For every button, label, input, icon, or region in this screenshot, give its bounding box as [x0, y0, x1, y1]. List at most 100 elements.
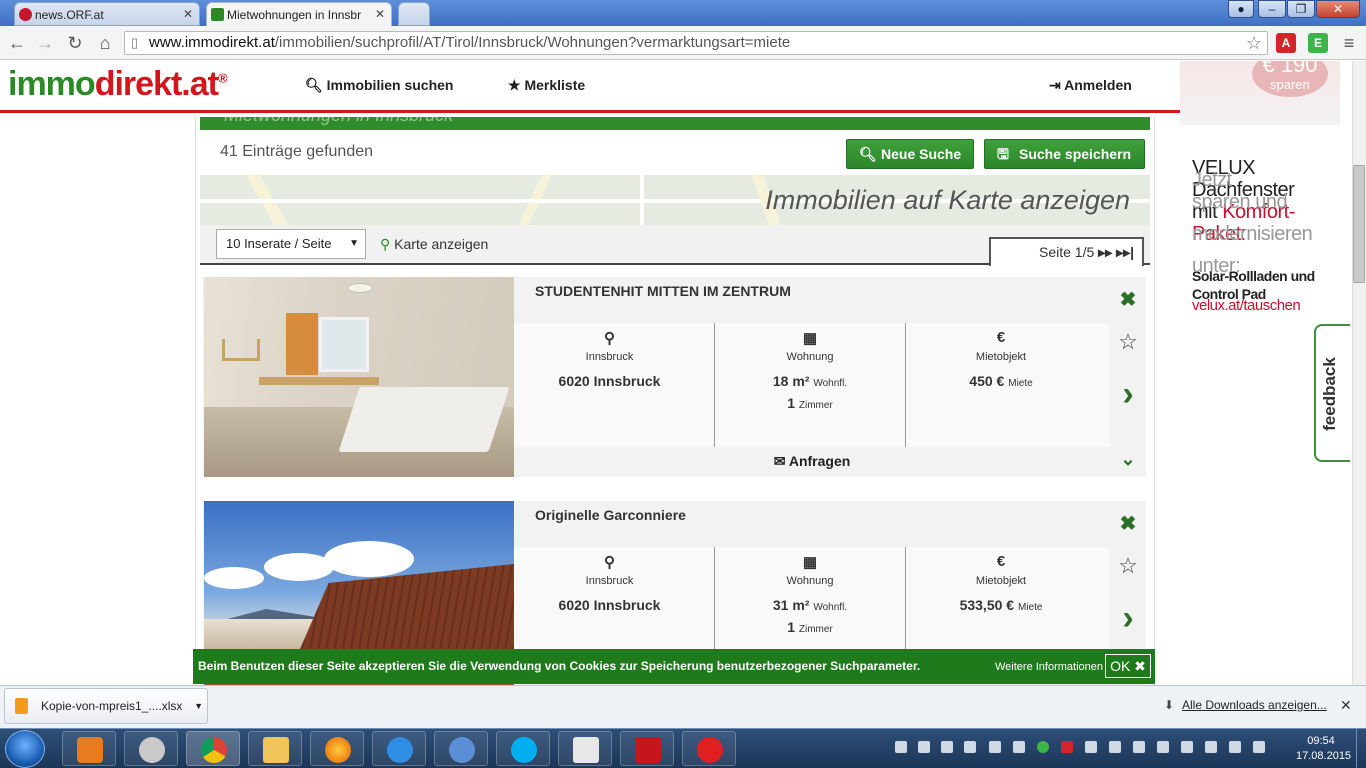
map-pin-icon: ⚲: [604, 554, 615, 571]
nav-login[interactable]: ⇥ Anmelden: [1049, 77, 1132, 94]
chevron-down-icon[interactable]: ▼: [194, 689, 203, 723]
app-red-taskbar-icon[interactable]: [682, 731, 736, 766]
rooms-value: 1: [787, 395, 795, 411]
tray-icon[interactable]: [1013, 741, 1025, 753]
tray-icon[interactable]: [1037, 741, 1049, 753]
tray-icon[interactable]: [989, 741, 1001, 753]
new-search-button[interactable]: 🔍︎ Neue Suche: [846, 139, 974, 169]
minimize-button[interactable]: –: [1258, 0, 1286, 18]
save-search-button[interactable]: 🖫 Suche speichern: [984, 139, 1145, 169]
file-icon: [15, 698, 28, 714]
tab-mietwohnungen[interactable]: Mietwohnungen in Innsbr ✕: [206, 2, 392, 26]
nav-search[interactable]: 🔍︎ Immobilien suchen: [305, 77, 453, 94]
close-download-shelf-icon[interactable]: ✕: [1340, 697, 1352, 714]
reload-icon[interactable]: ↻: [64, 32, 86, 54]
tab-title: news.ORF.at: [35, 8, 104, 22]
forward-arrow-icon[interactable]: →: [34, 32, 56, 54]
evernote-extension-icon[interactable]: E: [1308, 33, 1328, 53]
enquire-button[interactable]: ✉ Anfragen: [514, 453, 1110, 470]
star-icon[interactable]: ☆: [1110, 553, 1146, 579]
area-value: 18 m²: [772, 373, 810, 389]
listing-title[interactable]: STUDENTENHIT MITTEN IM ZENTRUM: [535, 283, 791, 299]
tray-icon[interactable]: [918, 741, 930, 753]
files-taskbar-icon[interactable]: [558, 731, 612, 766]
close-icon[interactable]: ✖: [1110, 287, 1146, 312]
ad-banner-top[interactable]: € 190 sparen: [1180, 61, 1340, 125]
maximize-button[interactable]: ❐: [1287, 0, 1315, 18]
per-page-select[interactable]: 10 Inserate / Seite ▼: [216, 229, 366, 259]
location-column: ⚲ Innsbruck 6020 Innsbruck: [514, 323, 705, 447]
tab-close-icon[interactable]: ✕: [183, 7, 193, 21]
cookie-ok-button[interactable]: OK ✖: [1105, 654, 1151, 678]
tray-icon[interactable]: [1061, 741, 1073, 753]
close-window-button[interactable]: ✕: [1316, 0, 1360, 18]
feedback-tab[interactable]: feedback: [1314, 324, 1350, 462]
new-tab-button[interactable]: [398, 2, 430, 26]
menu-icon[interactable]: ≡: [1338, 32, 1360, 54]
bluetooth-icon[interactable]: [1085, 741, 1097, 753]
login-icon: ⇥: [1049, 77, 1061, 93]
back-arrow-icon[interactable]: ←: [6, 32, 28, 54]
app-taskbar-icon[interactable]: [124, 731, 178, 766]
velux-ad[interactable]: Jetzt sparen und modernisieren unter: VE…: [1192, 157, 1342, 314]
cookie-message: Beim Benutzen dieser Seite akzeptieren S…: [198, 659, 921, 673]
show-desktop-button[interactable]: [1356, 729, 1366, 768]
last-page-icon[interactable]: ▸▸|: [1116, 244, 1134, 260]
mail-taskbar-icon[interactable]: [434, 731, 488, 766]
nav-watchlist[interactable]: ★ Merkliste: [508, 77, 585, 94]
listing-photo[interactable]: [204, 277, 514, 477]
chevron-right-icon[interactable]: ›: [1110, 599, 1146, 638]
chevron-down-icon[interactable]: ⌄: [1110, 449, 1146, 470]
show-map-link[interactable]: ⚲ Karte anzeigen: [380, 236, 488, 253]
save-icon: 🖫: [997, 146, 1009, 162]
internet-explorer-taskbar-icon[interactable]: [372, 731, 426, 766]
tray-icon[interactable]: [895, 741, 907, 753]
page-scrollbar[interactable]: [1352, 61, 1366, 685]
media-player-taskbar-icon[interactable]: [62, 731, 116, 766]
map-banner[interactable]: Immobilien auf Karte anzeigen: [200, 175, 1150, 225]
flag-icon[interactable]: [1109, 741, 1121, 753]
cookie-more-link[interactable]: Weitere Informationen: [995, 661, 1103, 673]
price-column: € Mietobjekt 450 € Miete: [905, 323, 1096, 447]
system-clock[interactable]: 09:54 17.08.2015: [1296, 734, 1352, 764]
user-icon[interactable]: ●: [1228, 0, 1254, 18]
tray-icon[interactable]: [964, 741, 976, 753]
map-pin-icon: ⚲: [604, 330, 615, 347]
browser-tab-strip: [0, 0, 1366, 26]
firefox-taskbar-icon[interactable]: [310, 731, 364, 766]
download-item[interactable]: Kopie-von-mpreis1_....xlsx ▼: [4, 688, 208, 724]
tray-icon[interactable]: [1133, 741, 1145, 753]
listing-title[interactable]: Originelle Garconniere: [535, 507, 686, 523]
tab-close-icon[interactable]: ✕: [375, 7, 385, 21]
site-logo[interactable]: immodirekt.at®: [8, 65, 228, 104]
location-value: 6020 Innsbruck: [558, 373, 661, 389]
chrome-taskbar-icon[interactable]: [186, 731, 240, 766]
close-icon[interactable]: ✖: [1110, 511, 1146, 536]
address-bar[interactable]: ▯ www.immodirekt.at/immobilien/suchprofi…: [124, 31, 1268, 55]
tray-icon[interactable]: [1205, 741, 1217, 753]
start-button[interactable]: [5, 730, 45, 768]
show-all-downloads-link[interactable]: Alle Downloads anzeigen...: [1182, 698, 1327, 712]
nav-watchlist-label: Merkliste: [524, 77, 586, 93]
bookmark-star-icon[interactable]: ☆: [1246, 32, 1262, 54]
volume-icon[interactable]: [1253, 741, 1265, 753]
skype-taskbar-icon[interactable]: [496, 731, 550, 766]
tray-icon[interactable]: [1157, 741, 1169, 753]
windows-icon[interactable]: [1181, 741, 1193, 753]
chevron-right-icon[interactable]: ›: [1110, 375, 1146, 414]
explorer-taskbar-icon[interactable]: [248, 731, 302, 766]
star-icon[interactable]: ☆: [1110, 329, 1146, 355]
acrobat-taskbar-icon[interactable]: [620, 731, 674, 766]
next-page-icon[interactable]: ▸▸: [1098, 244, 1112, 260]
clock-date: 17.08.2015: [1296, 750, 1352, 762]
tab-news-orf[interactable]: news.ORF.at ✕: [14, 2, 200, 26]
home-icon[interactable]: ⌂: [94, 32, 116, 54]
download-arrow-icon: ⬇: [1164, 698, 1175, 712]
listing-card[interactable]: STUDENTENHIT MITTEN IM ZENTRUM ✖ ☆ › ⌄ ⚲…: [203, 277, 1146, 477]
url-host: www.immodirekt.at: [149, 34, 275, 51]
network-icon[interactable]: [1229, 741, 1241, 753]
download-filename: Kopie-von-mpreis1_....xlsx: [41, 699, 183, 713]
acrobat-extension-icon[interactable]: A: [1276, 33, 1296, 53]
tray-icon[interactable]: [941, 741, 953, 753]
scrollbar-thumb[interactable]: [1353, 165, 1365, 283]
